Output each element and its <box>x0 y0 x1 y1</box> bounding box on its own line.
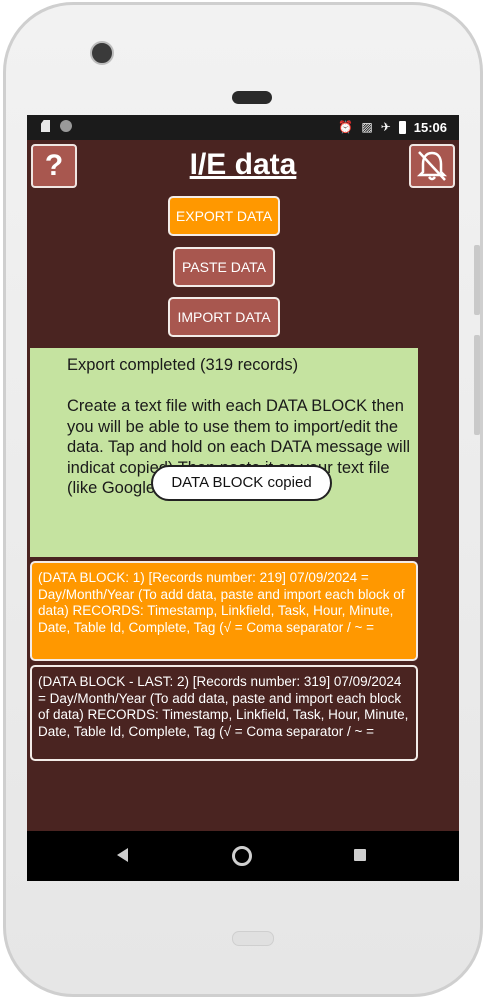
alarm-icon: ⏰ <box>338 120 354 134</box>
data-block-2[interactable]: (DATA BLOCK - LAST: 2) [Records number: … <box>30 665 418 761</box>
data-block-1[interactable]: (DATA BLOCK: 1) [Records number: 219] 07… <box>30 561 418 661</box>
recent-apps-icon[interactable] <box>354 849 366 861</box>
export-info-panel: Export completed (319 records) Create a … <box>30 348 418 557</box>
screen: ⏰ ▨ ✈ 15:06 ? I/E data EXPORT DATA PASTE… <box>27 115 459 881</box>
import-data-button[interactable]: IMPORT DATA <box>168 297 280 337</box>
no-sim-icon: ▨ <box>361 120 373 134</box>
app-content: ? I/E data EXPORT DATA PASTE DATA IMPORT… <box>27 140 459 831</box>
battery-icon <box>398 120 406 134</box>
paste-data-button[interactable]: PASTE DATA <box>173 247 275 287</box>
export-status-text: Export completed (319 records) <box>67 356 299 374</box>
airplane-icon: ✈ <box>380 120 391 134</box>
bell-off-icon <box>416 151 448 181</box>
status-bar: ⏰ ▨ ✈ 15:06 <box>27 115 459 140</box>
navigation-bar <box>27 831 459 881</box>
clock: 15:06 <box>413 119 447 135</box>
front-camera <box>90 41 114 65</box>
notifications-toggle-button[interactable] <box>409 144 455 188</box>
circle-icon <box>60 120 72 132</box>
copied-toast: DATA BLOCK copied <box>151 465 332 501</box>
earpiece-speaker <box>232 91 272 104</box>
back-icon[interactable] <box>117 848 128 862</box>
page-title: I/E data <box>189 148 297 181</box>
power-button <box>474 245 480 315</box>
export-data-button[interactable]: EXPORT DATA <box>168 196 280 236</box>
sd-card-icon <box>41 120 50 132</box>
home-icon[interactable] <box>232 846 252 866</box>
bottom-speaker <box>232 931 274 946</box>
volume-button <box>474 335 480 435</box>
